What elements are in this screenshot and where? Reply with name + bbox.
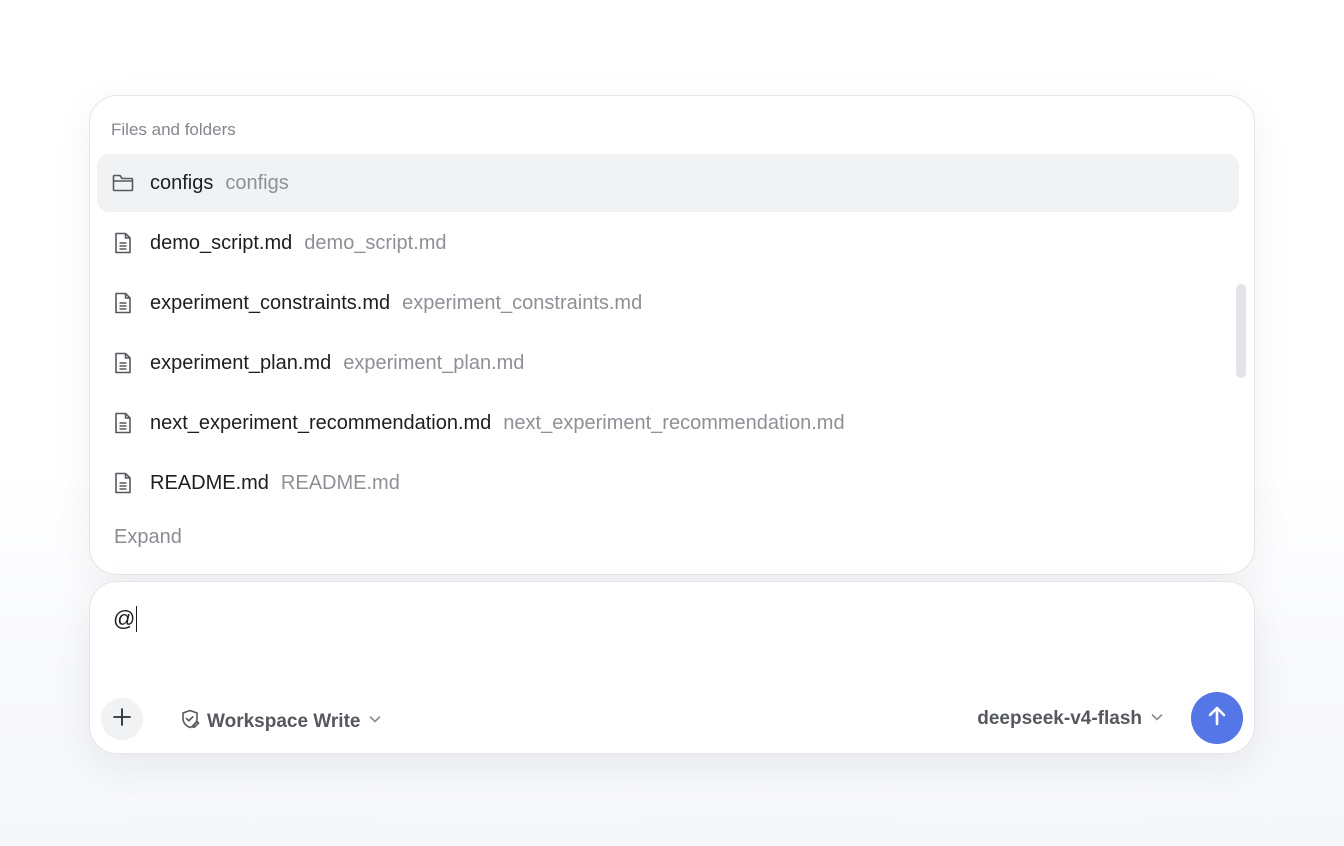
chevron-down-icon bbox=[368, 712, 382, 731]
expand-link[interactable]: Expand bbox=[114, 526, 182, 549]
file-item-path: demo_script.md bbox=[304, 231, 447, 254]
model-label: deepseek-v4-flash bbox=[977, 708, 1142, 729]
app-stage: Files and folders configs configs demo_s… bbox=[0, 0, 1344, 846]
file-item-path: experiment_plan.md bbox=[343, 351, 525, 374]
file-mention-popover: Files and folders configs configs demo_s… bbox=[89, 95, 1255, 575]
plus-icon bbox=[111, 706, 133, 733]
add-attachment-button[interactable] bbox=[101, 698, 143, 740]
message-input[interactable]: @ bbox=[113, 606, 138, 632]
send-button[interactable] bbox=[1191, 692, 1243, 744]
model-select[interactable]: deepseek-v4-flash bbox=[977, 708, 1164, 730]
file-item-name: configs bbox=[150, 171, 214, 194]
permission-mode-label: Workspace Write bbox=[207, 710, 361, 732]
file-item-path: next_experiment_recommendation.md bbox=[503, 411, 845, 434]
file-item-configs[interactable]: configs configs bbox=[97, 154, 1239, 212]
file-item-name: next_experiment_recommendation.md bbox=[150, 411, 492, 434]
text-caret bbox=[136, 606, 138, 632]
chevron-down-icon bbox=[1150, 710, 1164, 729]
file-list: configs configs demo_script.md demo_scri… bbox=[97, 154, 1239, 514]
file-item-path: README.md bbox=[280, 471, 400, 494]
file-icon bbox=[111, 291, 135, 315]
file-item-experiment-plan[interactable]: experiment_plan.md experiment_plan.md bbox=[97, 334, 1239, 392]
file-icon bbox=[111, 351, 135, 375]
file-item-name: demo_script.md bbox=[150, 231, 293, 254]
popover-scrollbar[interactable] bbox=[1236, 284, 1246, 378]
popover-header: Files and folders bbox=[111, 120, 236, 139]
file-item-experiment-constraints[interactable]: experiment_constraints.md experiment_con… bbox=[97, 274, 1239, 332]
file-item-path: configs bbox=[225, 171, 289, 194]
chat-composer: @ Workspace Write deepseek-v4-flash bbox=[89, 581, 1255, 754]
folder-icon bbox=[111, 171, 135, 195]
file-item-readme[interactable]: README.md README.md bbox=[97, 454, 1239, 512]
file-icon bbox=[111, 411, 135, 435]
arrow-up-icon bbox=[1204, 703, 1230, 734]
file-item-path: experiment_constraints.md bbox=[402, 291, 643, 314]
file-item-name: experiment_plan.md bbox=[150, 351, 332, 374]
permission-mode-select[interactable]: Workspace Write bbox=[179, 708, 382, 735]
shield-edit-icon bbox=[179, 708, 201, 735]
file-item-demo-script[interactable]: demo_script.md demo_script.md bbox=[97, 214, 1239, 272]
file-icon bbox=[111, 231, 135, 255]
file-icon bbox=[111, 471, 135, 495]
file-item-name: README.md bbox=[150, 471, 269, 494]
file-item-name: experiment_constraints.md bbox=[150, 291, 391, 314]
message-input-value: @ bbox=[113, 606, 136, 631]
file-item-next-experiment-recommendation[interactable]: next_experiment_recommendation.md next_e… bbox=[97, 394, 1239, 452]
